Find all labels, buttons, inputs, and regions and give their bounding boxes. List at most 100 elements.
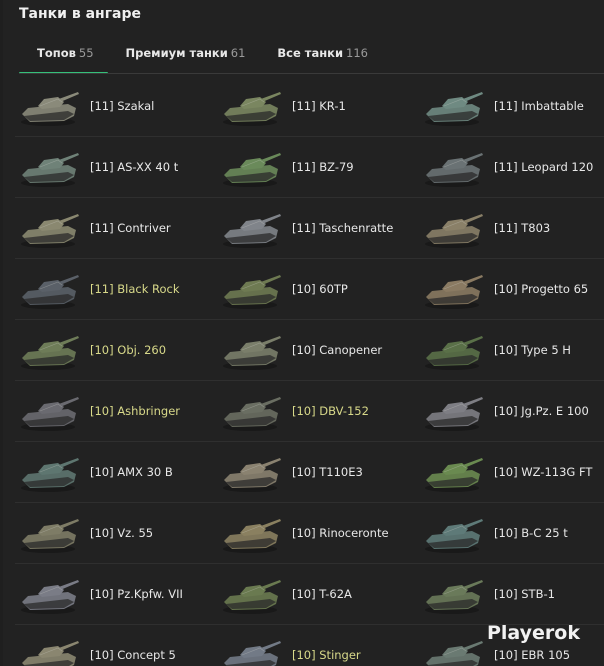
tab-count: 55 xyxy=(78,46,94,60)
tank-list-item[interactable]: [10] DBV-152 xyxy=(217,381,419,442)
tab-premium-tanks[interactable]: Премиум танки 61 xyxy=(108,38,260,73)
tank-list-item[interactable]: [10] B-C 25 t xyxy=(419,503,604,564)
tank-list-item[interactable]: [11] T803 xyxy=(419,198,604,259)
tank-name: [11] Black Rock xyxy=(90,282,180,296)
tank-list-item[interactable]: [10] 60TP xyxy=(217,259,419,320)
tank-name: [11] Taschenratte xyxy=(292,221,394,235)
tank-name: [11] Contriver xyxy=(90,221,171,235)
tank-name: [10] Ashbringer xyxy=(90,404,181,418)
tank-list-item[interactable]: [11] Contriver xyxy=(15,198,217,259)
tab-count: 116 xyxy=(346,46,368,60)
tank-icon xyxy=(425,458,483,492)
tank-list-item[interactable]: [10] Rinoceronte xyxy=(217,503,419,564)
tank-list-item[interactable]: [11] AS-XX 40 t xyxy=(15,137,217,198)
tank-icon xyxy=(425,92,483,126)
tank-name: [11] Imbattable xyxy=(494,99,584,113)
tank-icon xyxy=(425,580,483,614)
tank-name: [10] EBR 105 xyxy=(494,648,571,662)
tank-name: [10] Vz. 55 xyxy=(90,526,154,540)
tank-list-item[interactable]: [10] STB-1 xyxy=(419,564,604,625)
tank-list-item[interactable]: [10] Obj. 260 xyxy=(15,320,217,381)
tank-list-item[interactable]: [11] Imbattable xyxy=(419,76,604,137)
tank-icon xyxy=(223,92,281,126)
tank-list-item[interactable]: [10] Concept 5 xyxy=(15,625,217,666)
tank-list-item[interactable]: [10] Progetto 65 xyxy=(419,259,604,320)
tank-list-item[interactable]: [10] Jg.Pz. E 100 xyxy=(419,381,604,442)
watermark-logo: Playerok xyxy=(486,622,580,644)
tank-icon xyxy=(425,153,483,187)
tank-list-item[interactable]: [11] Black Rock xyxy=(15,259,217,320)
tank-icon xyxy=(223,153,281,187)
tank-icon xyxy=(425,275,483,309)
tank-icon xyxy=(223,275,281,309)
tank-icon xyxy=(425,519,483,553)
tank-icon xyxy=(21,580,79,614)
tank-list-item[interactable]: [10] Type 5 H xyxy=(419,320,604,381)
tank-icon xyxy=(22,641,79,666)
tank-icon xyxy=(223,336,281,370)
tank-list-item[interactable]: [11] KR-1 xyxy=(217,76,419,137)
tank-icon xyxy=(425,397,483,431)
tank-list-item[interactable]: [11] Taschenratte xyxy=(217,198,419,259)
tank-icon xyxy=(21,92,79,126)
tank-icon xyxy=(21,214,79,248)
tank-name: [11] T803 xyxy=(494,221,551,235)
tank-icon xyxy=(426,641,483,666)
tab-label: Премиум танки xyxy=(125,46,228,60)
tab-bar: Топов 55 Премиум танки 61 Все танки 116 xyxy=(19,38,604,74)
tank-list-item[interactable]: [10] Pz.Kpfw. VII xyxy=(15,564,217,625)
tank-icon xyxy=(21,275,79,309)
tank-list-item[interactable]: [11] Szakal xyxy=(15,76,217,137)
tank-name: [10] STB-1 xyxy=(494,587,555,601)
tank-list-item[interactable]: [10] Canopener xyxy=(217,320,419,381)
tab-label: Все танки xyxy=(277,46,344,60)
hangar-panel: Танки в ангаре Топов 55 Премиум танки 61 В… xyxy=(3,0,604,666)
tank-icon xyxy=(21,397,79,431)
tank-name: [10] Progetto 65 xyxy=(494,282,589,296)
tank-name: [11] Szakal xyxy=(90,99,155,113)
tank-name: [11] Leopard 120 xyxy=(494,160,594,174)
tank-name: [10] 60TP xyxy=(292,282,348,296)
tank-icon xyxy=(223,214,281,248)
tank-list-item[interactable]: [10] T-62A xyxy=(217,564,419,625)
tab-count: 61 xyxy=(230,46,246,60)
tank-list-item[interactable]: [10] Ashbringer xyxy=(15,381,217,442)
tank-name: [10] Stinger xyxy=(292,648,361,662)
page-title: Танки в ангаре xyxy=(19,6,141,22)
tank-icon xyxy=(223,458,281,492)
tank-name: [10] B-C 25 t xyxy=(494,526,568,540)
tank-icon xyxy=(223,397,281,431)
tank-name: [10] Rinoceronte xyxy=(292,526,389,540)
tank-icon xyxy=(21,458,79,492)
tank-name: [11] AS-XX 40 t xyxy=(90,160,179,174)
tank-name: [10] Concept 5 xyxy=(90,648,176,662)
tank-list-item[interactable]: [10] AMX 30 B xyxy=(15,442,217,503)
tank-name: [10] DBV-152 xyxy=(292,404,369,418)
tank-list-item[interactable]: [10] T110E3 xyxy=(217,442,419,503)
tank-icon xyxy=(224,641,281,666)
tank-icon xyxy=(425,336,483,370)
tab-all-tanks[interactable]: Все танки 116 xyxy=(259,38,382,73)
tank-list-item[interactable]: [10] Vz. 55 xyxy=(15,503,217,564)
tank-icon xyxy=(425,214,483,248)
tank-name: [10] Jg.Pz. E 100 xyxy=(494,404,589,418)
tank-list-item[interactable]: [10] WZ-113G FT xyxy=(419,442,604,503)
tank-list-item[interactable]: [10] Stinger xyxy=(217,625,419,666)
tank-list-item[interactable]: [11] BZ-79 xyxy=(217,137,419,198)
tank-name: [11] BZ-79 xyxy=(292,160,354,174)
tank-name: [10] AMX 30 B xyxy=(90,465,173,479)
tank-name: [10] Type 5 H xyxy=(494,343,571,357)
tank-list-item[interactable]: [11] Leopard 120 xyxy=(419,137,604,198)
tabs-divider xyxy=(19,73,604,74)
tab-top-tanks[interactable]: Топов 55 xyxy=(19,38,108,74)
tank-name: [11] KR-1 xyxy=(292,99,346,113)
tank-name: [10] Canopener xyxy=(292,343,383,357)
tank-icon xyxy=(223,580,281,614)
tank-icon xyxy=(21,519,79,553)
tank-name: [10] Obj. 260 xyxy=(90,343,167,357)
tank-name: [10] T110E3 xyxy=(292,465,363,479)
tank-icon xyxy=(21,153,79,187)
tank-name: [10] T-62A xyxy=(292,587,352,601)
tab-label: Топов xyxy=(37,46,76,60)
tank-icon xyxy=(223,519,281,553)
